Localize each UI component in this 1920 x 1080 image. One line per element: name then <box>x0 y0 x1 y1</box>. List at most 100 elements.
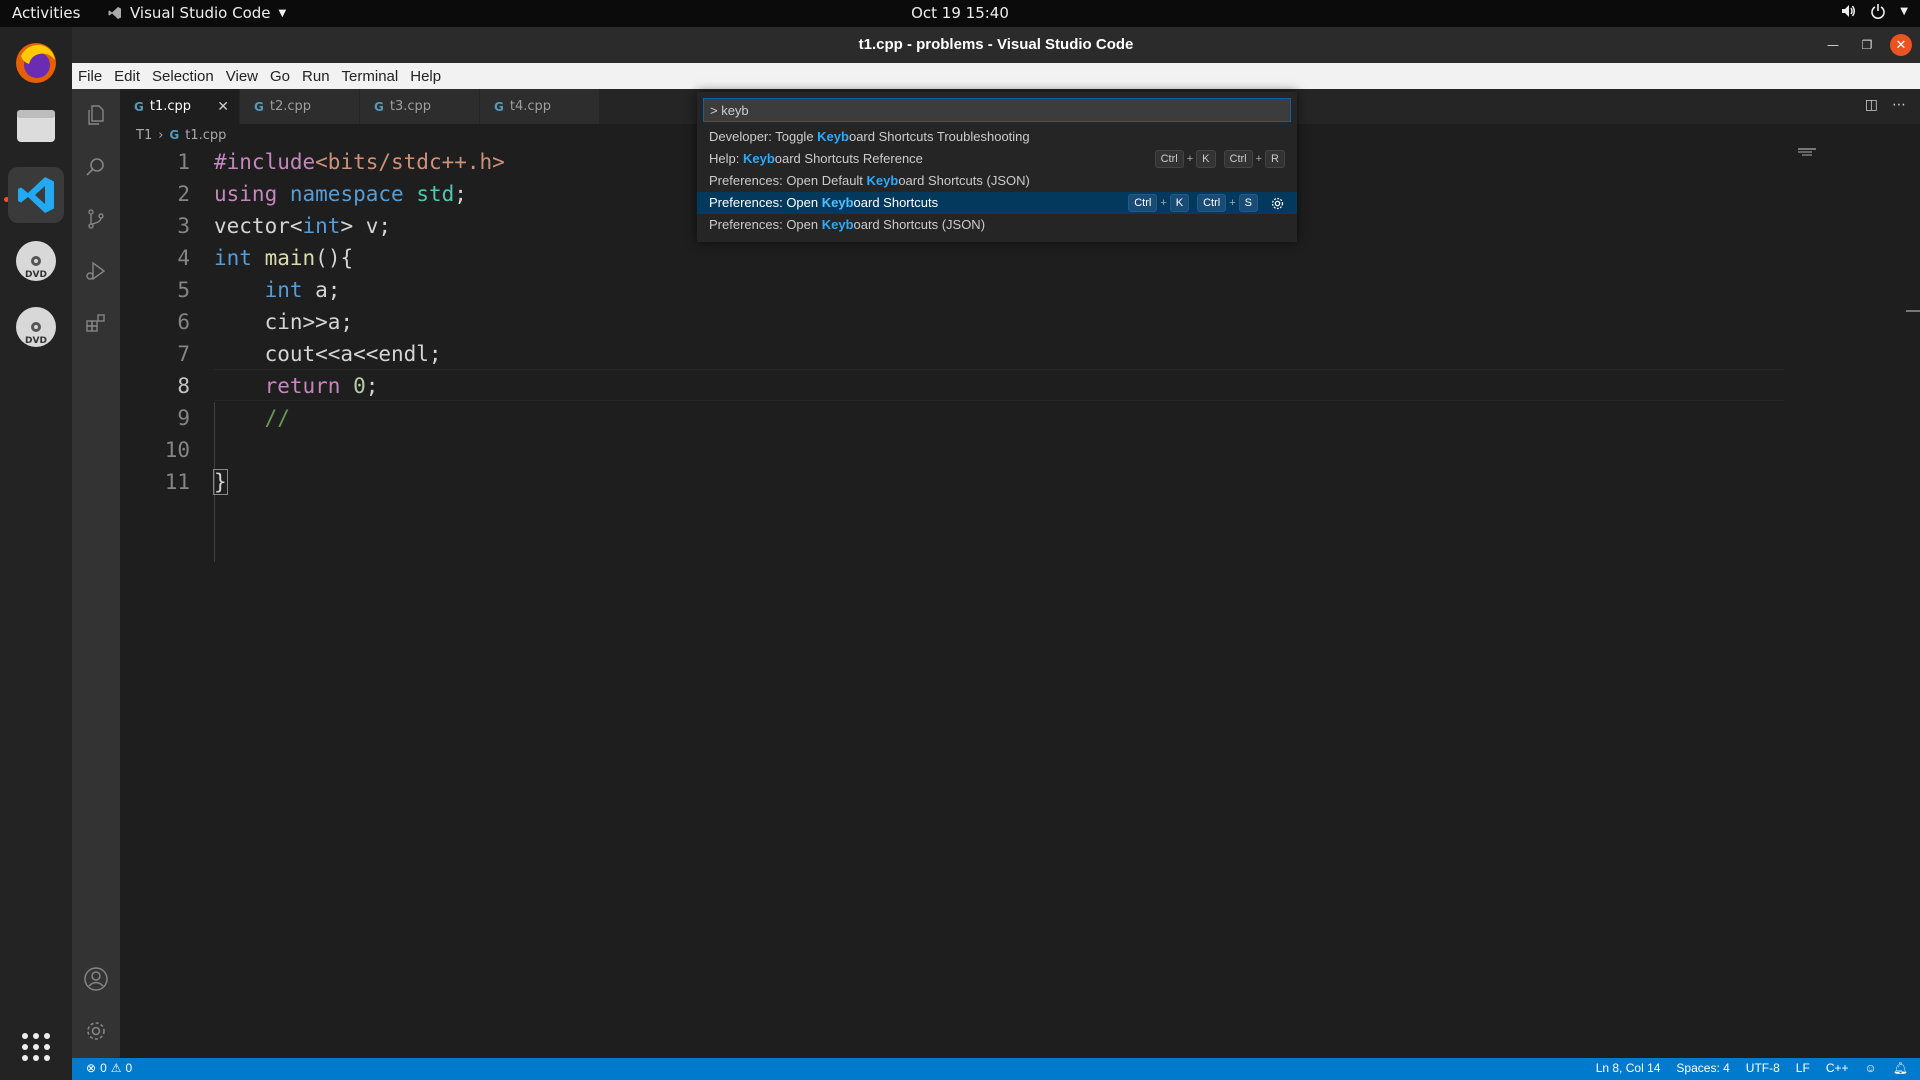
feedback-icon[interactable]: ☺ <box>1865 1061 1877 1075</box>
dock-dvd-2[interactable]: DVD <box>8 299 64 355</box>
files-icon <box>17 110 55 142</box>
menu-view[interactable]: View <box>220 68 264 85</box>
close-tab-icon[interactable]: ✕ <box>217 99 229 115</box>
source-control-button[interactable] <box>72 195 120 243</box>
search-button[interactable] <box>72 143 120 191</box>
line-number: 10 <box>164 438 190 462</box>
split-editor-icon[interactable]: ◫ <box>1865 97 1878 113</box>
palette-item-selected[interactable]: Preferences: Open Keyboard Shortcuts Ctr… <box>697 192 1297 214</box>
menu-file[interactable]: File <box>72 68 108 85</box>
palette-item[interactable]: Developer: Toggle Keyboard Shortcuts Tro… <box>697 126 1297 148</box>
code-line: 7 cout<<a<<endl; <box>120 338 1920 370</box>
run-debug-button[interactable] <box>72 247 120 295</box>
warning-count: 0 <box>125 1061 133 1075</box>
run-debug-icon <box>86 261 106 281</box>
palette-item[interactable]: Preferences: Open Keyboard Shortcuts (JS… <box>697 214 1297 236</box>
close-window-button[interactable]: ✕ <box>1890 34 1912 56</box>
line-number: 5 <box>177 278 190 302</box>
dock: DVD DVD <box>0 27 72 1080</box>
code-editor[interactable]: 1 #include<bits/stdc++.h> 2 using namesp… <box>120 146 1920 1058</box>
dock-vscode[interactable] <box>8 167 64 223</box>
palette-item[interactable]: Preferences: Open Default Keyboard Short… <box>697 170 1297 192</box>
tab-t3-cpp[interactable]: G t3.cpp <box>360 89 480 124</box>
gear-icon[interactable] <box>1270 196 1285 211</box>
restore-icon: ❐ <box>1861 38 1873 52</box>
palette-item[interactable]: Help: Keyboard Shortcuts Reference Ctrl +… <box>697 148 1297 170</box>
menu-go[interactable]: Go <box>264 68 296 85</box>
item-text: oard Shortcuts (JSON) <box>853 217 986 232</box>
breadcrumb-file[interactable]: t1.cpp <box>185 128 226 143</box>
code-line: 4 int main(){ <box>120 242 1920 274</box>
extensions-button[interactable] <box>72 299 120 347</box>
item-text: Preferences: Open <box>709 195 822 210</box>
minimap[interactable] <box>1790 146 1900 162</box>
item-text: oard Shortcuts (JSON) <box>898 173 1030 188</box>
item-text: oard Shortcuts Troubleshooting <box>848 129 1030 144</box>
menu-run[interactable]: Run <box>296 68 336 85</box>
code-text: cout<<a<<endl; <box>214 342 442 366</box>
minimize-button[interactable]: — <box>1822 34 1844 56</box>
problems-indicator[interactable]: ⊗ 0 ⚠ 0 <box>86 1061 132 1075</box>
breadcrumb-folder[interactable]: T1 <box>136 128 152 143</box>
key: K <box>1169 194 1190 212</box>
cpp-file-icon: G <box>494 99 504 114</box>
command-palette-input[interactable] <box>703 98 1291 122</box>
key: Ctrl <box>1197 194 1227 212</box>
tab-t4-cpp[interactable]: G t4.cpp <box>480 89 600 124</box>
account-icon <box>84 967 108 991</box>
bell-icon[interactable]: 🔔︎ <box>1893 1061 1908 1075</box>
code-text: // <box>264 406 290 430</box>
volume-icon <box>1842 5 1856 17</box>
menu-edit[interactable]: Edit <box>108 68 146 85</box>
menu-help[interactable]: Help <box>404 68 447 85</box>
activities-button[interactable]: Activities <box>12 4 80 22</box>
tab-t2-cpp[interactable]: G t2.cpp <box>240 89 360 124</box>
dock-files[interactable] <box>8 97 64 153</box>
line-number: 9 <box>177 406 190 430</box>
tab-label: t1.cpp <box>149 99 192 114</box>
code-line: 5 int a; <box>120 274 1920 306</box>
app-menu[interactable]: Visual Studio Code ▼ <box>108 4 286 22</box>
power-icon <box>1871 4 1886 19</box>
line-number: 4 <box>177 246 190 270</box>
item-text: Preferences: Open <box>709 217 822 232</box>
close-icon: ✕ <box>1895 37 1907 53</box>
code-text: int main(){ <box>214 246 354 270</box>
dock-dvd-1[interactable]: DVD <box>8 233 64 289</box>
maximize-button[interactable]: ❐ <box>1856 34 1878 56</box>
manage-button[interactable] <box>72 1007 120 1055</box>
keybinding: Ctrl + K Ctrl + S <box>1128 192 1297 214</box>
code-text: #include<bits/stdc++.h> <box>214 150 505 174</box>
encoding[interactable]: UTF-8 <box>1746 1061 1780 1075</box>
explorer-button[interactable] <box>72 91 120 139</box>
end-of-line[interactable]: LF <box>1796 1061 1810 1075</box>
dock-firefox[interactable] <box>8 35 64 91</box>
menu-selection[interactable]: Selection <box>146 68 220 85</box>
tab-t1-cpp[interactable]: G t1.cpp ✕ <box>120 89 240 124</box>
match-highlight: Keyb <box>742 151 775 166</box>
system-tray[interactable]: ▼ <box>1840 3 1908 19</box>
warning-icon: ⚠ <box>110 1061 122 1075</box>
svg-text:DVD: DVD <box>25 270 47 280</box>
code-text: } <box>213 469 228 495</box>
item-text: oard Shortcuts Reference <box>774 151 923 166</box>
key: S <box>1238 194 1258 212</box>
scrollbar[interactable] <box>1906 310 1920 312</box>
chevron-down-icon: ▼ <box>278 7 287 19</box>
dvd-icon: DVD <box>16 307 56 347</box>
more-actions-icon[interactable]: ⋯ <box>1892 97 1906 113</box>
cursor-position[interactable]: Ln 8, Col 14 <box>1596 1061 1661 1075</box>
menu-terminal[interactable]: Terminal <box>336 68 405 85</box>
code-line: 11 } <box>120 466 1920 498</box>
language-mode[interactable]: C++ <box>1826 1061 1849 1075</box>
chevron-down-icon: ▼ <box>1900 5 1908 17</box>
clock[interactable]: Oct 19 15:40 <box>911 4 1009 22</box>
accounts-button[interactable] <box>72 955 120 1003</box>
indentation[interactable]: Spaces: 4 <box>1676 1061 1729 1075</box>
key-plus: + <box>1229 197 1236 209</box>
key-plus: + <box>1255 153 1263 165</box>
window-titlebar[interactable]: t1.cpp - problems - Visual Studio Code —… <box>72 27 1920 63</box>
error-icon: ⊗ <box>86 1061 97 1075</box>
dvd-icon: DVD <box>16 241 56 281</box>
show-applications-button[interactable] <box>8 1019 64 1075</box>
